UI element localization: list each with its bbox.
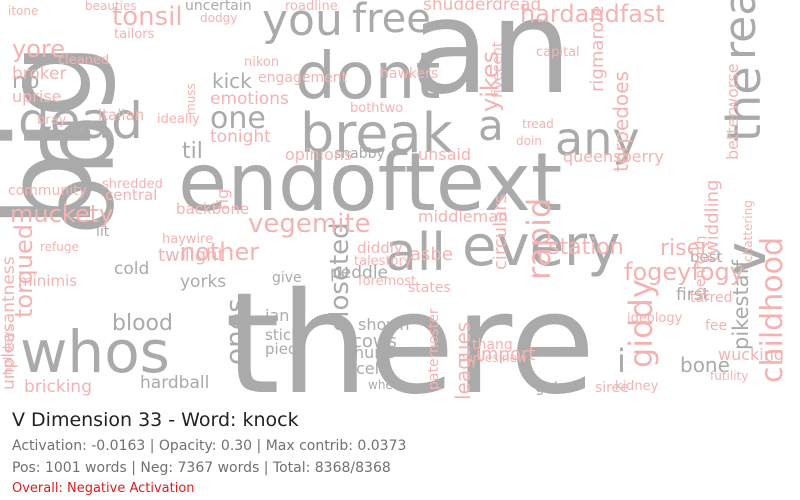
cloud-word-negative: community — [8, 183, 87, 199]
cloud-word-negative: paternoster — [426, 308, 442, 390]
cloud-word-positive: cold — [114, 259, 149, 279]
cloud-word-positive: blood — [112, 311, 173, 336]
cloud-word-negative: chattering — [741, 200, 755, 262]
cloud-word-negative: refuge — [40, 240, 79, 254]
cloud-word-negative: station — [548, 235, 624, 260]
cloud-word-negative: circulars — [490, 194, 511, 270]
cloud-word-negative: unsaid — [418, 145, 471, 164]
cloud-word-negative: hawkers — [380, 66, 438, 82]
dimension-title: V Dimension 33 - Word: knock — [12, 409, 299, 431]
cloud-word-positive: jan — [264, 306, 289, 325]
cloud-word-positive: ones — [219, 298, 252, 365]
cloud-word-negative: rig — [213, 189, 232, 210]
cloud-word-negative: tailors — [114, 27, 155, 42]
cloud-word-negative: middleman — [418, 207, 508, 226]
cloud-word-negative: shredded — [102, 177, 163, 192]
cloud-word-negative: holidays — [1, 325, 15, 375]
cloud-word-negative: queensberry — [563, 147, 664, 166]
cloud-word-negative: dodgy — [200, 11, 237, 25]
cloud-word-negative: betterworse — [723, 63, 742, 160]
cloud-word-negative: cleaned — [58, 53, 109, 68]
cloud-word-positive: give — [272, 270, 302, 286]
cloud-word-negative: opinions — [285, 145, 352, 164]
cloud-word-negative: foremost — [358, 274, 416, 289]
cloud-word-negative: nikon — [244, 55, 279, 70]
cloud-word-negative: penrorth — [693, 235, 709, 296]
cloud-word-positive: piece — [265, 340, 305, 358]
cloud-word-negative: roadline — [285, 0, 338, 14]
cloud-word-negative: fogeyfogy — [624, 258, 744, 286]
cloud-word-negative: bray — [37, 113, 67, 128]
cloud-word-negative: emotions — [210, 89, 289, 109]
cloud-word-negative: bricking — [24, 377, 92, 397]
cloud-word-positive: hardball — [140, 373, 209, 393]
cloud-word-negative: ideology — [627, 311, 683, 326]
cloud-word-negative: talestory — [354, 254, 412, 269]
cloud-word-negative: nervesinew — [458, 351, 527, 365]
cloud-word-positive: wheat — [368, 378, 405, 392]
cloud-word-negative: italian — [98, 106, 144, 124]
cloud-word-negative: fee — [705, 318, 727, 334]
cloud-word-negative: beauties — [85, 0, 137, 13]
cloud-word-negative: siree — [595, 380, 629, 396]
cloud-word-negative: engagement — [258, 70, 348, 86]
cloud-word-negative: vegemite — [248, 209, 371, 239]
cloud-word-negative: bothtwo — [350, 101, 403, 116]
cloud-word-positive: shown — [358, 315, 410, 334]
cloud-word-negative: tonight — [210, 127, 271, 147]
cloud-word-negative: wucking — [718, 345, 784, 364]
cloud-word-negative: asbe — [410, 244, 453, 265]
cloud-word-positive: yorks — [180, 272, 226, 292]
cloud-word-positive: get — [535, 378, 560, 396]
cloud-word-negative: uprise — [12, 87, 62, 106]
cloud-word-negative: fivecent — [490, 41, 506, 98]
word-cloud: there an big go endoftext dont whos every all dea… — [0, 0, 800, 400]
cloud-word-negative: tarred — [690, 290, 733, 306]
overall-activation: Overall: Negative Activation — [12, 481, 195, 496]
cloud-word-negative: futility — [710, 369, 748, 383]
word-cloud-canvas: thereanbiggo endoftextdontwhoseveryalldea… — [0, 0, 790, 400]
cloud-word-positive: free — [352, 0, 431, 42]
cloud-word-negative: rigmarole — [587, 6, 608, 92]
cloud-word-positive: til — [182, 139, 203, 164]
activation-stats: Activation: -0.0163 | Opacity: 0.30 | Ma… — [12, 438, 407, 454]
cloud-word-negative: twilight — [158, 245, 225, 266]
cloud-word-positive: read — [715, 0, 766, 60]
cloud-word-negative: haywire — [162, 232, 213, 247]
cloud-word-negative: tread — [522, 117, 554, 131]
word-counts: Pos: 1001 words | Neg: 7367 words | Tota… — [12, 460, 391, 476]
cloud-word-negative: minimis — [18, 272, 77, 290]
cloud-word-positive: cells — [356, 359, 392, 378]
cloud-word-negative: itone — [8, 4, 38, 18]
cloud-word-negative: muss — [184, 83, 198, 115]
cloud-word-negative: shudderdread — [423, 0, 541, 15]
cloud-word-negative: capital — [536, 45, 580, 60]
cloud-word-negative: doin — [516, 134, 542, 148]
cloud-word-negative: muckety — [10, 200, 113, 228]
